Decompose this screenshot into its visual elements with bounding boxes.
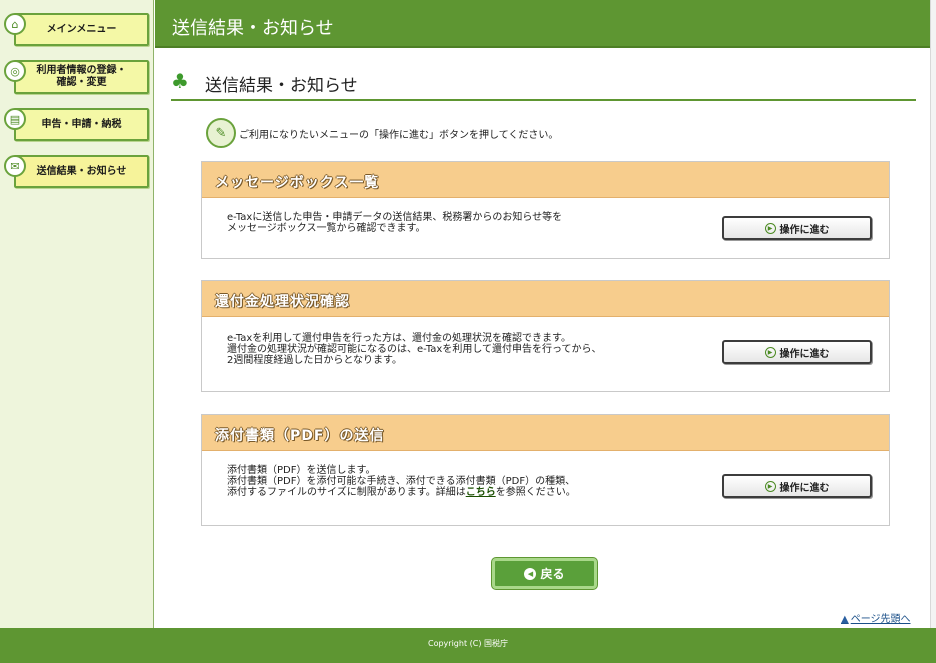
panel-message-box: メッセージボックス一覧 e-Taxに送信した申告・申請データの送信結果、税務署か… <box>201 161 890 259</box>
play-icon: ▶ <box>764 480 776 492</box>
mail-icon: ✉ <box>4 155 26 177</box>
page-top-label: ページ先頭へ <box>850 614 911 625</box>
panel-pdf-attachment: 添付書類（PDF）の送信 添付書類（PDF）を送信します。 添付書類（PDF）を… <box>201 414 890 526</box>
sidebar-item-label: 利用者情報の登録・ <box>36 65 127 76</box>
panel-title: 還付金処理状況確認 <box>215 294 350 310</box>
description-text: を参照ください。 <box>495 487 576 498</box>
description-line: 添付書類（PDF）を送信します。 <box>227 465 376 476</box>
proceed-button[interactable]: ▶ 操作に進む <box>722 474 872 498</box>
panel-header: 添付書類（PDF）の送信 <box>202 415 889 451</box>
play-icon: ▶ <box>764 346 776 358</box>
sidebar: ⌂ メインメニュー ◎ 利用者情報の登録・ 確認・変更 ▤ 申告・申請・納税 ✉… <box>0 0 154 628</box>
intro-text: ご利用になりたいメニューの「操作に進む」ボタンを押してください。 <box>239 130 559 141</box>
panel-title: メッセージボックス一覧 <box>215 175 380 191</box>
sidebar-item-user-info[interactable]: 利用者情報の登録・ 確認・変更 <box>14 60 149 94</box>
sidebar-item-filing[interactable]: 申告・申請・納税 <box>14 108 149 141</box>
proceed-button-label: 操作に進む <box>779 482 830 494</box>
main-content: ♣ 送信結果・お知らせ ✎ ご利用になりたいメニューの「操作に進む」ボタンを押し… <box>155 48 936 628</box>
proceed-button[interactable]: ▶ 操作に進む <box>722 216 872 240</box>
page-title: 送信結果・お知らせ <box>205 76 358 96</box>
info-icon: ✎ <box>206 118 236 148</box>
header: 送信結果・お知らせ <box>155 0 936 48</box>
panel-description: e-Taxに送信した申告・申請データの送信結果、税務署からのお知らせ等を メッセ… <box>227 212 562 234</box>
description-line: 添付書類（PDF）を添付可能な手続き、添付できる添付書類（PDF）の種類、 <box>227 476 576 487</box>
back-button-label: 戻る <box>540 567 565 581</box>
proceed-button[interactable]: ▶ 操作に進む <box>722 340 872 364</box>
clover-icon: ♣ <box>171 69 189 93</box>
sidebar-item-results[interactable]: 送信結果・お知らせ <box>14 155 149 188</box>
description-line: 2週間程度経過した日からとなります。 <box>227 355 403 366</box>
description-line: 還付金の処理状況が確認可能になるのは、e-Taxを利用して還付申告を行ってから、 <box>227 344 602 355</box>
user-settings-icon: ◎ <box>4 60 26 82</box>
description-line: メッセージボックス一覧から確認できます。 <box>227 223 426 234</box>
panel-title: 添付書類（PDF）の送信 <box>215 428 385 444</box>
details-link[interactable]: こちら <box>466 487 496 498</box>
sidebar-item-main-menu[interactable]: メインメニュー <box>14 13 149 46</box>
panel-header: メッセージボックス一覧 <box>202 162 889 198</box>
description-line: 添付するファイルのサイズに制限があります。詳細はこちらを参照ください。 <box>227 487 576 498</box>
home-icon: ⌂ <box>4 13 26 35</box>
panel-description: 添付書類（PDF）を送信します。 添付書類（PDF）を添付可能な手続き、添付でき… <box>227 465 576 498</box>
up-arrow-icon: ▲ <box>841 614 849 625</box>
panel-refund-status: 還付金処理状況確認 e-Taxを利用して還付申告を行った方は、還付金の処理状況を… <box>201 280 890 392</box>
proceed-button-label: 操作に進む <box>779 224 830 236</box>
play-icon: ▶ <box>764 222 776 234</box>
sidebar-item-label: 送信結果・お知らせ <box>36 165 127 177</box>
back-button[interactable]: ◀ 戻る <box>492 558 597 589</box>
description-line: e-Taxを利用して還付申告を行った方は、還付金の処理状況を確認できます。 <box>227 333 572 344</box>
page-top-link[interactable]: ▲ ページ先頭へ <box>841 610 911 625</box>
panel-description: e-Taxを利用して還付申告を行った方は、還付金の処理状況を確認できます。 還付… <box>227 333 602 366</box>
description-line: e-Taxに送信した申告・申請データの送信結果、税務署からのお知らせ等を <box>227 212 563 223</box>
sidebar-item-label: 申告・申請・納税 <box>41 118 122 130</box>
document-icon: ▤ <box>4 108 26 130</box>
header-title: 送信結果・お知らせ <box>172 18 334 39</box>
proceed-button-label: 操作に進む <box>779 348 830 360</box>
panel-header: 還付金処理状況確認 <box>202 281 889 317</box>
description-text: 添付するファイルのサイズに制限があります。詳細は <box>227 487 466 498</box>
copyright-text: Copyright (C) 国税庁 <box>427 639 508 648</box>
sidebar-item-label: 確認・変更 <box>56 77 107 88</box>
footer: Copyright (C) 国税庁 <box>0 628 936 663</box>
back-arrow-icon: ◀ <box>524 567 537 580</box>
page-heading: ♣ 送信結果・お知らせ <box>171 68 916 101</box>
sidebar-item-label: メインメニュー <box>46 23 117 35</box>
